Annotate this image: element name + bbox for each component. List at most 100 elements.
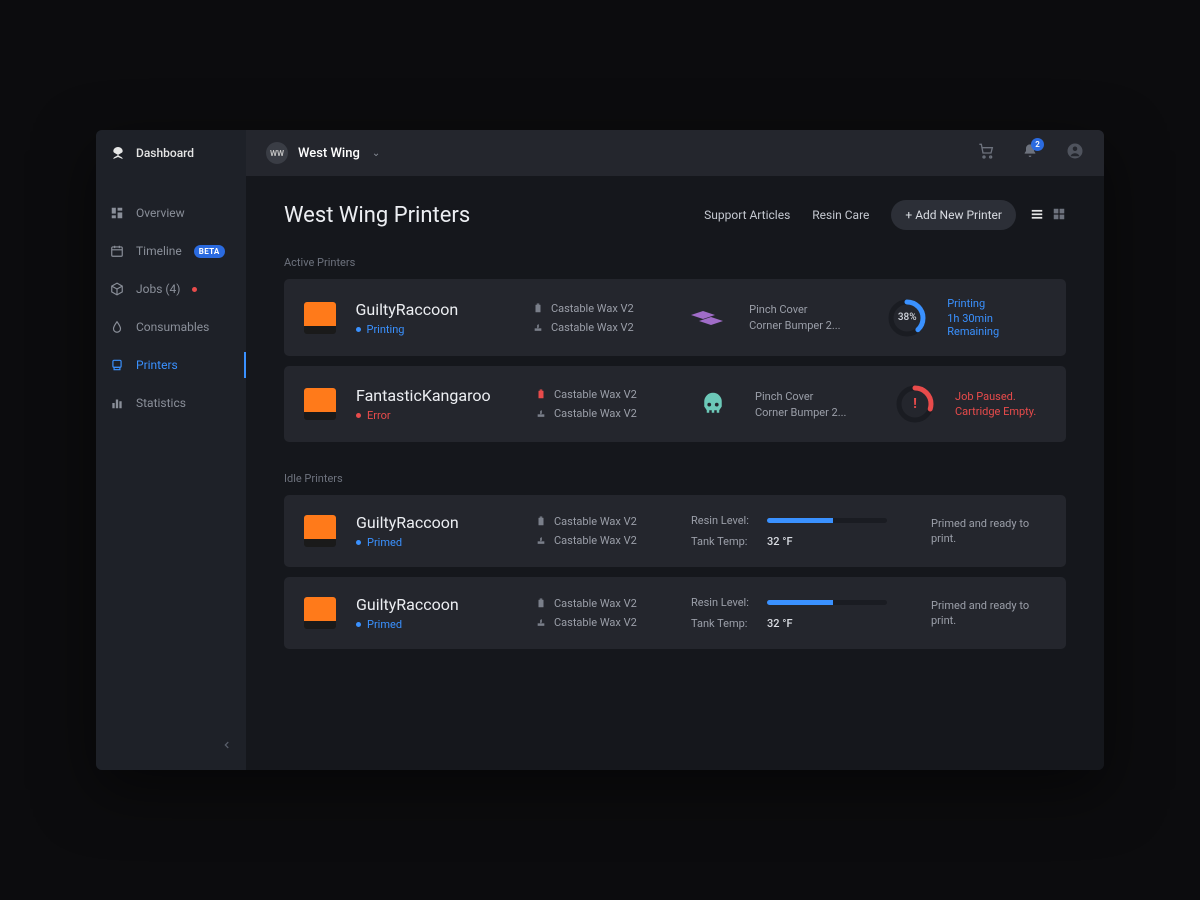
- idle-stats: Resin Level: Tank Temp: 32 °F: [691, 514, 911, 548]
- list-icon: [1030, 207, 1044, 221]
- tank-row: Castable Wax V2: [536, 407, 671, 420]
- sidebar-item-label: Consumables: [136, 320, 209, 334]
- calendar-icon: [110, 244, 124, 258]
- printer-thumbnail: [304, 302, 336, 334]
- content-header: West Wing Printers Support Articles Resi…: [284, 200, 1066, 230]
- materials: Castable Wax V2 Castable Wax V2: [533, 302, 666, 334]
- view-toggle: [1030, 206, 1066, 225]
- job-info: Job Paused.Cartridge Empty.: [955, 390, 1036, 418]
- progress-ring: !: [895, 384, 935, 424]
- list-view-button[interactable]: [1030, 206, 1044, 225]
- droplet-icon: [110, 320, 124, 334]
- printer-card[interactable]: FantasticKangaroo Error Castable Wax V2 …: [284, 366, 1066, 442]
- materials: Castable Wax V2 Castable Wax V2: [536, 388, 671, 420]
- printer-name: GuiltyRaccoon: [356, 595, 516, 614]
- sidebar-item-label: Jobs (4): [136, 282, 180, 296]
- idle-stats: Resin Level: Tank Temp: 32 °F: [691, 596, 911, 630]
- resin-level-bar: [767, 600, 887, 605]
- jobs-alert-dot: [192, 287, 197, 292]
- printer-icon: [110, 358, 124, 372]
- printer-thumbnail: [304, 597, 336, 629]
- cartridge-icon: [536, 389, 546, 400]
- sidebar-item-label: Timeline: [136, 244, 182, 258]
- notifications-button[interactable]: 2: [1022, 143, 1038, 163]
- resin-level-row: Resin Level:: [691, 596, 911, 609]
- resin-care-link[interactable]: Resin Care: [812, 208, 869, 222]
- printer-name: GuiltyRaccoon: [356, 300, 513, 319]
- tank-row: Castable Wax V2: [533, 321, 666, 334]
- model-thumbnail: [691, 389, 735, 419]
- printer-name: GuiltyRaccoon: [356, 513, 516, 532]
- printer-card[interactable]: GuiltyRaccoon Primed Castable Wax V2 Cas…: [284, 495, 1066, 567]
- tank-row: Castable Wax V2: [536, 616, 671, 629]
- beta-badge: BETA: [194, 245, 225, 258]
- cartridge-icon: [536, 516, 546, 527]
- idle-message: Primed and ready to print.: [931, 598, 1041, 629]
- tank-icon: [533, 322, 543, 333]
- printer-identity: GuiltyRaccoon Primed: [356, 513, 516, 549]
- progress-percent: 38%: [887, 298, 927, 338]
- chevron-down-icon[interactable]: ⌄: [372, 148, 380, 159]
- page-title: West Wing Printers: [284, 203, 470, 228]
- sidebar-item-printers[interactable]: Printers: [96, 346, 246, 384]
- printer-identity: FantasticKangaroo Error: [356, 386, 516, 422]
- cartridge-row: Castable Wax V2: [533, 302, 666, 315]
- cartridge-icon: [536, 598, 546, 609]
- sidebar-item-consumables[interactable]: Consumables: [96, 308, 246, 346]
- sidebar-item-label: Overview: [136, 206, 185, 220]
- printer-thumbnail: [304, 515, 336, 547]
- sidebar-item-statistics[interactable]: Statistics: [96, 384, 246, 422]
- account-button[interactable]: [1066, 142, 1084, 164]
- printer-name: FantasticKangaroo: [356, 386, 516, 405]
- sidebar: Dashboard Overview Timeline BETA Jobs (4…: [96, 130, 246, 770]
- chevron-left-icon: [222, 738, 232, 752]
- error-exclaim-icon: !: [895, 384, 935, 424]
- printer-status: Primed: [356, 618, 516, 631]
- butterfly-logo-icon: [110, 145, 126, 161]
- cartridge-row: Castable Wax V2: [536, 388, 671, 401]
- active-section-label: Active Printers: [284, 256, 1066, 269]
- materials: Castable Wax V2 Castable Wax V2: [536, 515, 671, 547]
- job-info: Printing1h 30min Remaining: [947, 297, 1046, 338]
- idle-section-label: Idle Printers: [284, 472, 1066, 485]
- model-files: Pinch CoverCorner Bumper 2...: [749, 303, 867, 332]
- sidebar-item-timeline[interactable]: Timeline BETA: [96, 232, 246, 270]
- tank-icon: [536, 535, 546, 546]
- cartridge-row: Castable Wax V2: [536, 597, 671, 610]
- sidebar-item-overview[interactable]: Overview: [96, 194, 246, 232]
- cartridge-row: Castable Wax V2: [536, 515, 671, 528]
- support-articles-link[interactable]: Support Articles: [704, 208, 790, 222]
- resin-level-bar: [767, 518, 887, 523]
- org-name[interactable]: West Wing: [298, 146, 360, 161]
- bar-chart-icon: [110, 396, 124, 410]
- cart-button[interactable]: [978, 143, 994, 163]
- main-area: WW West Wing ⌄ 2 West Wing Printers Supp…: [246, 130, 1104, 770]
- printer-card[interactable]: GuiltyRaccoon Primed Castable Wax V2 Cas…: [284, 577, 1066, 649]
- tank-temp-row: Tank Temp: 32 °F: [691, 535, 911, 548]
- org-avatar[interactable]: WW: [266, 142, 288, 164]
- tank-icon: [536, 617, 546, 628]
- grid-icon: [1052, 207, 1066, 221]
- topbar: WW West Wing ⌄ 2: [246, 130, 1104, 176]
- collapse-sidebar-button[interactable]: [222, 737, 232, 756]
- printer-card[interactable]: GuiltyRaccoon Printing Castable Wax V2 C…: [284, 279, 1066, 356]
- tank-icon: [536, 408, 546, 419]
- overview-icon: [110, 206, 124, 220]
- printer-status: Primed: [356, 536, 516, 549]
- sidebar-item-jobs[interactable]: Jobs (4): [96, 270, 246, 308]
- printer-identity: GuiltyRaccoon Printing: [356, 300, 513, 336]
- cartridge-icon: [533, 303, 543, 314]
- add-printer-button[interactable]: + Add New Printer: [891, 200, 1016, 230]
- grid-view-button[interactable]: [1052, 206, 1066, 225]
- cube-icon: [110, 282, 124, 296]
- tank-temp-row: Tank Temp: 32 °F: [691, 617, 911, 630]
- user-circle-icon: [1066, 142, 1084, 160]
- model-files: Pinch CoverCorner Bumper 2...: [755, 390, 875, 419]
- sidebar-nav: Overview Timeline BETA Jobs (4) Consumab…: [96, 194, 246, 422]
- sidebar-item-label: Printers: [136, 358, 178, 372]
- printer-identity: GuiltyRaccoon Primed: [356, 595, 516, 631]
- materials: Castable Wax V2 Castable Wax V2: [536, 597, 671, 629]
- app-window: Dashboard Overview Timeline BETA Jobs (4…: [96, 130, 1104, 770]
- cart-icon: [978, 143, 994, 159]
- sidebar-item-label: Statistics: [136, 396, 186, 410]
